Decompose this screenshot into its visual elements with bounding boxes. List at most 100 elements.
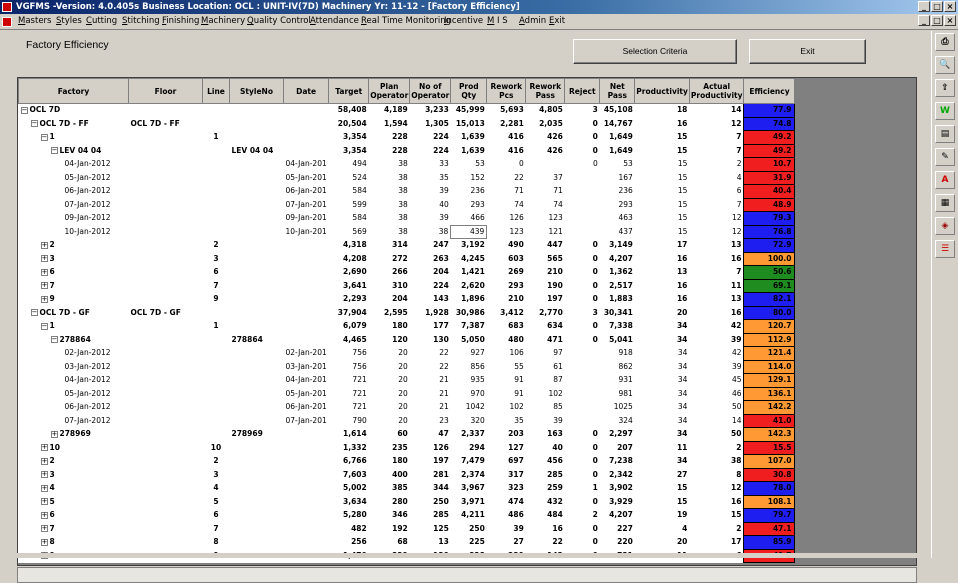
print-preview-icon[interactable]: 🔍 [935, 56, 955, 74]
maximize-button[interactable]: □ [931, 1, 943, 12]
table-row[interactable]: 05-Jan-2012 05-Jan-201 524 38 35 152 22 37 167 15… [19, 170, 796, 185]
expand-icon[interactable]: + [40, 484, 48, 492]
table-row[interactable]: +7 7 482 192 125 250 39 16 0 227 4 2 47.1 [19, 521, 796, 536]
mdi-close-button[interactable]: × [944, 15, 956, 26]
export-icon[interactable]: ⇪ [935, 79, 955, 97]
menu-masters[interactable]: Masters [18, 16, 51, 26]
pdf-icon[interactable]: A [935, 171, 955, 189]
table-row[interactable]: 05-Jan-2012 05-Jan-201 721 20 21 970 91 102 981 3… [19, 386, 796, 401]
expand-icon[interactable]: + [40, 282, 48, 289]
menu-mis[interactable]: M I S [487, 16, 508, 26]
table-row[interactable]: 02-Jan-2012 02-Jan-201 756 20 22 927 106 97 918 3… [19, 346, 796, 361]
expand-icon[interactable]: + [40, 255, 48, 262]
report-icon[interactable]: ☰ [935, 240, 955, 258]
table-row[interactable]: +2 2 6,766 180 197 7,479 697 456 0 7,238 34 38 107.0 [19, 454, 796, 469]
table-row[interactable]: −1 1 6,079 180 177 7,387 683 634 0 7,338 34 42 120.7 [19, 319, 796, 334]
menu-incentive[interactable]: Incentive [444, 16, 483, 26]
menu-quality-control[interactable]: Quality Control [247, 16, 311, 26]
mdi-app-icon[interactable] [2, 17, 12, 27]
table-row[interactable]: −278864 278864 4,465 120 130 5,050 480 471 0 5,04… [19, 332, 796, 347]
expand-icon[interactable]: + [40, 268, 48, 276]
collapse-icon[interactable]: − [30, 309, 38, 316]
expand-icon[interactable]: + [40, 295, 48, 303]
collapse-icon[interactable]: − [20, 106, 28, 114]
column-header[interactable]: Rework Pass [525, 78, 566, 104]
mdi-restore-button[interactable]: □ [931, 15, 943, 26]
menu-stitching[interactable]: Stitching [122, 16, 160, 26]
expand-icon[interactable]: + [40, 498, 48, 505]
table-row[interactable]: +4 4 5,002 385 344 3,967 323 259 1 3,902 15 12 78.0 [19, 481, 796, 496]
notes-icon[interactable]: ✎ [935, 148, 955, 166]
table-row[interactable]: +7 7 3,641 310 224 2,620 293 190 0 2,517 16 11 69.1 [19, 278, 796, 293]
menu-admin[interactable]: Admin [519, 16, 546, 26]
menu-styles[interactable]: Styles [56, 16, 82, 26]
column-header[interactable]: Net Pass [599, 78, 636, 104]
horizontal-scrollbar[interactable] [17, 567, 917, 583]
table-row[interactable]: +3 3 7,603 400 281 2,374 317 285 0 2,342 27 8 30.8 [19, 467, 796, 482]
printer-icon[interactable]: ⎙ [935, 33, 955, 51]
expand-icon[interactable]: + [40, 444, 48, 451]
collapse-icon[interactable]: − [50, 336, 58, 343]
table-row[interactable]: − OCL 7D 58,408 4,189 3,233 45,999 5,693 4,805 3… [19, 103, 796, 118]
menu-finishing[interactable]: Finishing [162, 16, 199, 26]
column-header[interactable]: Prod Qty [450, 78, 488, 104]
graph-icon[interactable]: ◈ [935, 217, 955, 235]
table-row[interactable]: +6 6 2,690 266 204 1,421 269 210 0 1,362 13 7 50.6 [19, 265, 796, 280]
expand-icon[interactable]: + [50, 430, 58, 438]
table-row[interactable]: +8 8 256 68 13 225 27 22 0 220 20 17 85.9 [19, 535, 796, 550]
collapse-icon[interactable]: − [30, 120, 38, 127]
table-row[interactable]: −1 1 3,354 228 224 1,639 416 426 0 1,649 15 7 49.2 [19, 130, 796, 145]
table-row[interactable]: +5 5 3,634 280 250 3,971 474 432 0 3,929 15 16 108.1 [19, 494, 796, 509]
table-row[interactable]: 04-Jan-2012 04-Jan-201 721 20 21 935 91 87 931 34… [19, 373, 796, 388]
table-row[interactable]: 07-Jan-2012 07-Jan-201 790 20 23 320 35 39 324 34… [19, 413, 796, 428]
table-row[interactable]: 06-Jan-2012 06-Jan-201 584 38 39 236 71 71 236 15… [19, 184, 796, 199]
column-header[interactable]: Target [328, 78, 370, 104]
close-button[interactable]: × [944, 1, 956, 12]
table-row[interactable]: +6 6 5,280 346 285 4,211 486 484 2 4,207 19 15 79.7 [19, 508, 796, 523]
column-header[interactable]: Plan Operator [368, 78, 411, 104]
column-header[interactable]: Productivity [634, 78, 690, 104]
table-row[interactable]: − OCL 7D - FF OCL 7D - FF 20,504 1,594 1,305 1… [19, 116, 796, 131]
menu-cutting[interactable]: Cutting [86, 16, 117, 26]
efficiency-grid[interactable]: Factory Floor Line StyleNo Date Target Plan Op… [17, 77, 917, 566]
mdi-minimize-button[interactable]: _ [918, 15, 930, 26]
table-row[interactable]: − OCL 7D - GF OCL 7D - GF 37,904 2,595 1,928 3… [19, 305, 796, 320]
expand-icon[interactable]: + [40, 538, 48, 546]
column-header[interactable]: Floor [128, 78, 203, 104]
collapse-icon[interactable]: − [40, 133, 48, 141]
table-row[interactable]: 10-Jan-2012 10-Jan-201 569 38 38 439 123 121 437… [19, 224, 796, 239]
column-header[interactable]: Reject [564, 78, 601, 104]
grid-icon[interactable]: ▦ [935, 194, 955, 212]
column-header[interactable]: Rework Pcs [486, 78, 527, 104]
table-row[interactable]: 04-Jan-2012 04-Jan-201 494 38 33 53 0 0 53 15 2 10.… [19, 157, 796, 172]
word-icon[interactable]: W [935, 102, 955, 120]
table-row[interactable]: 03-Jan-2012 03-Jan-201 756 20 22 856 55 61 862 34… [19, 359, 796, 374]
table-row[interactable]: 07-Jan-2012 07-Jan-201 599 38 40 293 74 74 293 15… [19, 197, 796, 212]
collapse-icon[interactable]: − [40, 322, 48, 330]
table-row[interactable]: +10 10 1,332 235 126 294 127 40 0 207 11 2 15.5 [19, 440, 796, 455]
menu-attendance[interactable]: Attendance [310, 16, 359, 26]
menu-machinery[interactable]: Machinery [201, 16, 245, 26]
minimize-button[interactable]: _ [918, 1, 930, 12]
expand-icon[interactable]: + [40, 471, 48, 478]
menu-real-time-monitoring[interactable]: Real Time Monitoring [361, 16, 451, 26]
column-header[interactable]: Date [282, 78, 330, 104]
expand-icon[interactable]: + [40, 241, 48, 249]
table-row[interactable]: − LEV 04 04 LEV 04 04 3,354 228 224 1,639 416 42… [19, 143, 796, 158]
menu-exit[interactable]: Exit [549, 16, 565, 26]
document-icon[interactable]: ▤ [935, 125, 955, 143]
column-header[interactable]: No of Operator [409, 78, 452, 104]
table-row[interactable]: +2 2 4,318 314 247 3,192 490 447 0 3,149 17 13 72.9 [19, 238, 796, 253]
column-header[interactable]: Efficiency [743, 78, 796, 104]
table-row[interactable]: +3 3 4,208 272 263 4,245 603 565 0 4,207 16 16 100.0 [19, 251, 796, 266]
exit-button[interactable]: Exit [749, 39, 866, 64]
column-header[interactable]: Factory [18, 78, 129, 104]
collapse-icon[interactable]: − [50, 147, 58, 154]
column-header[interactable]: StyleNo [229, 78, 284, 104]
column-header[interactable]: Line [202, 78, 230, 104]
table-row[interactable]: +9 9 2,293 204 143 1,896 210 197 0 1,883 16 13 82.1 [19, 292, 796, 307]
expand-icon[interactable]: + [40, 511, 48, 519]
table-row[interactable]: 09-Jan-2012 09-Jan-201 584 38 39 466 126 123 463… [19, 211, 796, 226]
table-row[interactable]: +278969 278969 1,614 60 47 2,337 203 163 0 2,297 3… [19, 427, 796, 442]
selection-criteria-button[interactable]: Selection Criteria [573, 39, 737, 64]
